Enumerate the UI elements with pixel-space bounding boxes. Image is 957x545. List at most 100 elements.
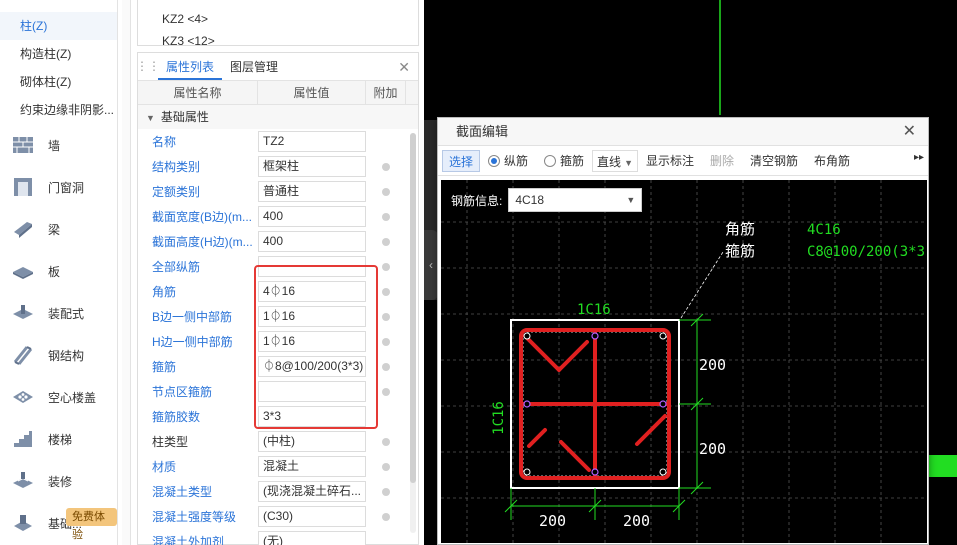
table-row[interactable]: 名称 TZ2 (138, 129, 418, 154)
prefab-icon (10, 300, 36, 326)
list-item[interactable]: KZ3 <12> (138, 30, 418, 45)
property-value-field[interactable]: 混凝土 (258, 456, 366, 477)
door-window-icon (10, 174, 36, 200)
toolbar-more-icon[interactable]: ▸▸ (914, 152, 924, 163)
extra-dot-icon[interactable] (382, 387, 390, 396)
show-label-button[interactable]: 显示标注 (638, 150, 702, 172)
section-drawing-canvas[interactable]: 角筋 箍筋 4C16 C8@100/200(3*3) 1C16 1C16 200… (441, 180, 927, 543)
property-value-field[interactable]: (中柱) (258, 431, 366, 452)
property-value-field[interactable]: 400 (258, 206, 366, 227)
sidebar-subitem-masonry-column[interactable]: 砌体柱(Z) (0, 68, 117, 96)
properties-scrollbar[interactable] (410, 133, 416, 533)
side-middle-rebar-label: 1C16 (491, 401, 507, 435)
sidebar-item-prefab[interactable]: 装配式 (0, 292, 117, 334)
radio-label: 纵筋 (504, 153, 529, 168)
sidebar-subitem-construct-column[interactable]: 构造柱(Z) (0, 40, 117, 68)
close-icon[interactable]: ✕ (398, 59, 410, 76)
sidebar-item-beam[interactable]: 梁 (0, 208, 117, 250)
table-row[interactable]: 混凝土类型 (现浇混凝土碎石... (138, 479, 418, 504)
property-value-field[interactable]: (C30) (258, 506, 366, 527)
property-name: 节点区箍筋 (152, 385, 213, 399)
column-header-name: 属性名称 (138, 81, 258, 104)
dimension-bottom-left: 200 (539, 512, 566, 530)
property-name: 结构类别 (152, 160, 201, 174)
property-name: 名称 (152, 135, 177, 149)
place-corner-rebar-button[interactable]: 布角筋 (806, 150, 858, 172)
property-extra (366, 162, 406, 171)
extra-dot-icon[interactable] (382, 512, 390, 521)
delete-button[interactable]: 删除 (702, 150, 742, 172)
extra-dot-icon[interactable] (382, 187, 390, 196)
property-value-field[interactable]: (现浇混凝土碎石... (258, 481, 366, 502)
property-value-field[interactable]: 框架柱 (258, 156, 366, 177)
extra-dot-icon[interactable] (382, 262, 390, 271)
extra-dot-icon[interactable] (382, 487, 390, 496)
close-icon[interactable]: ✕ (903, 118, 916, 146)
extra-dot-icon[interactable] (382, 237, 390, 246)
table-row[interactable]: 截面宽度(B边)(m... 400 (138, 204, 418, 229)
wall-icon (10, 132, 36, 158)
sidebar-item-stairs[interactable]: 楼梯 (0, 418, 117, 460)
table-row[interactable]: 混凝土强度等级 (C30) (138, 504, 418, 529)
stairs-icon (10, 426, 36, 452)
extra-dot-icon[interactable] (382, 287, 390, 296)
extra-dot-icon[interactable] (382, 162, 390, 171)
property-name: 材质 (152, 460, 177, 474)
list-item[interactable]: KZ2 <4> (138, 8, 418, 30)
sidebar-item-label: 钢结构 (48, 348, 85, 363)
extra-dot-icon[interactable] (382, 212, 390, 221)
top-middle-rebar-label: 1C16 (577, 302, 611, 318)
sidebar-scrollbar[interactable] (122, 0, 130, 545)
stirrup-radio[interactable]: 箍筋 (536, 150, 592, 172)
free-trial-badge[interactable]: 免费体验 (66, 508, 117, 541)
property-value-field[interactable]: TZ2 (258, 131, 366, 152)
extra-dot-icon[interactable] (382, 312, 390, 321)
table-row[interactable]: 截面高度(H边)(m... 400 (138, 229, 418, 254)
select-button[interactable]: 选择 (442, 149, 481, 172)
sidebar-subitem-column[interactable]: 柱(Z) (0, 12, 117, 40)
extra-dot-icon[interactable] (382, 462, 390, 471)
property-value-field[interactable]: 400 (258, 231, 366, 252)
stirrup-value: C8@100/200(3*3) (807, 244, 927, 260)
clear-rebar-button[interactable]: 清空钢筋 (742, 150, 806, 172)
corner-rebar-value: 4C16 (807, 222, 841, 238)
tab-property-list[interactable]: 属性列表 (158, 54, 223, 80)
steel-structure-icon (10, 342, 36, 368)
sidebar-item-wall[interactable]: 墙 (0, 124, 117, 166)
property-value-field[interactable]: 普通柱 (258, 181, 366, 202)
dropdown-value: 4C18 (515, 193, 545, 207)
group-basic-properties[interactable]: ▼ 基础属性 (138, 105, 418, 129)
sidebar-subitem-edge-member[interactable]: 约束边缘非阴影... (0, 96, 117, 124)
table-row[interactable]: 结构类别 框架柱 (138, 154, 418, 179)
table-row[interactable]: 材质 混凝土 (138, 454, 418, 479)
property-extra (366, 237, 406, 246)
property-pane: KZ2 <4> KZ3 <12> ⋮⋮ 属性列表 图层管理 ✕ 属性名称 属性值… (130, 0, 424, 545)
table-row[interactable]: 混凝土外加剂 (无) (138, 529, 418, 545)
sidebar-item-door-window[interactable]: 门窗洞 (0, 166, 117, 208)
rebar-info-dropdown[interactable]: 4C18 ▼ (508, 188, 643, 212)
list-item-partial (138, 0, 418, 8)
line-mode-dropdown[interactable]: 直线 ▼ (592, 149, 638, 172)
sidebar-item-label: 门窗洞 (48, 180, 85, 195)
property-value-field[interactable]: (无) (258, 531, 366, 545)
stirrup-label: 箍筋 (725, 242, 755, 260)
table-row[interactable]: 柱类型 (中柱) (138, 429, 418, 454)
longitudinal-radio[interactable]: 纵筋 (480, 150, 536, 172)
rebar-info-label: 钢筋信息: (451, 193, 503, 208)
property-extra (366, 212, 406, 221)
properties-table-header: 属性名称 属性值 附加 (138, 81, 418, 105)
extra-dot-icon[interactable] (382, 362, 390, 371)
extra-dot-icon[interactable] (382, 437, 390, 446)
tab-layer-management[interactable]: 图层管理 (222, 54, 286, 80)
sidebar-item-decoration[interactable]: 装修 (0, 460, 117, 502)
collapse-panel-toggle[interactable]: ‹ (424, 230, 438, 300)
extra-dot-icon[interactable] (382, 337, 390, 346)
scrollbar-thumb[interactable] (410, 133, 416, 483)
table-row[interactable]: 定额类别 普通柱 (138, 179, 418, 204)
sidebar-item-hollow-floor[interactable]: 空心楼盖 (0, 376, 117, 418)
dialog-titlebar[interactable]: 截面编辑 ✕ (438, 118, 928, 146)
sidebar-item-steel-structure[interactable]: 钢结构 (0, 334, 117, 376)
sidebar-item-slab[interactable]: 板 (0, 250, 117, 292)
drag-grip-icon[interactable]: ⋮⋮ (136, 52, 160, 80)
property-name: 定额类别 (152, 185, 201, 199)
